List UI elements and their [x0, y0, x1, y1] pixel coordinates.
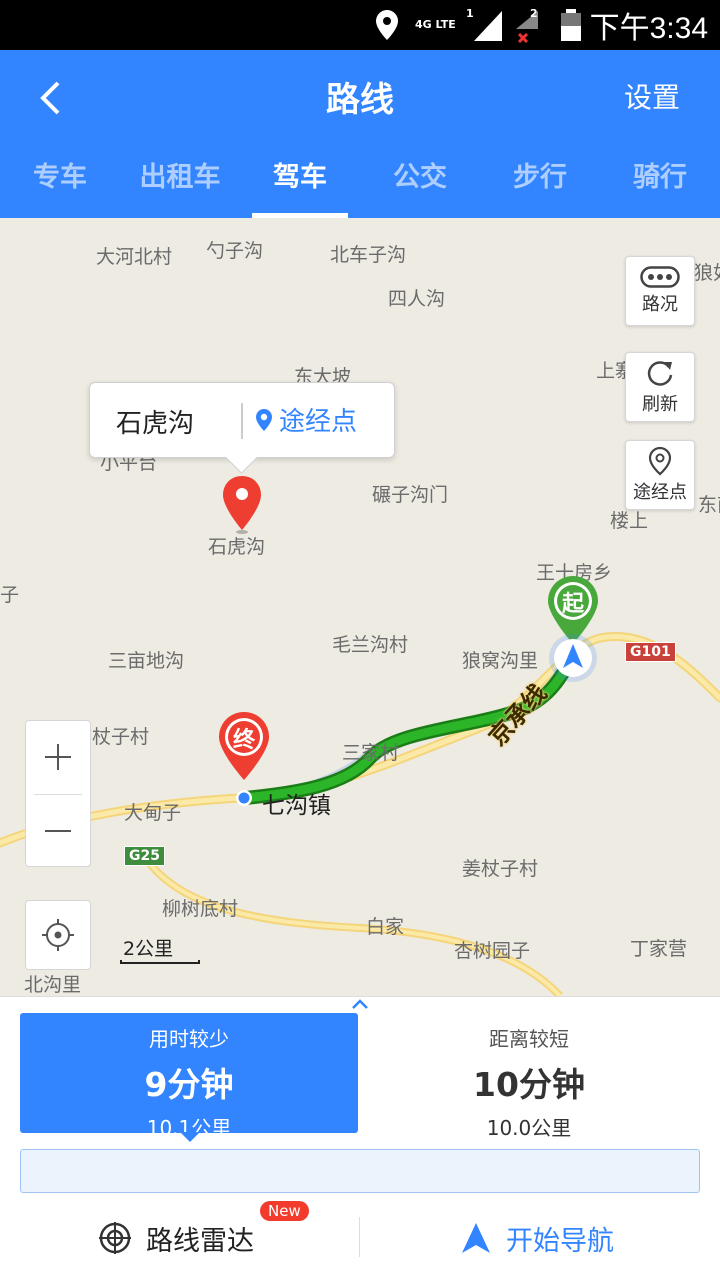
network-type: 4G LTE: [415, 18, 456, 31]
route-label: 用时较少: [149, 1027, 229, 1051]
add-waypoint-label: 途经点: [279, 407, 358, 437]
signal-icon-1: [472, 0, 504, 50]
map-view[interactable]: 大河北村 勺子沟 北车子沟 四人沟 东大坡 上寨 小平台 碾子沟门 楼上 东南 …: [0, 218, 720, 996]
place-label: 石虎沟: [208, 536, 266, 558]
road-network: [0, 632, 720, 996]
route-label: 距离较短: [489, 1027, 569, 1051]
route-option-fastest[interactable]: 用时较少 9分钟 10.1公里: [20, 1013, 358, 1142]
place-label: 三家村: [342, 742, 400, 764]
end-marker-label: 终: [232, 728, 255, 753]
settings-button[interactable]: 设置: [624, 76, 680, 116]
battery-icon: [560, 0, 582, 50]
place-label: 狼如: [694, 262, 720, 284]
place-label: 姜杖子村: [462, 858, 539, 880]
callout-divider: [241, 403, 243, 439]
scale-label: 2公里: [123, 938, 174, 960]
traffic-button[interactable]: 路况: [625, 256, 695, 326]
header: 路线 设置 专车 出租车 驾车 公交 步行 骑行: [0, 50, 720, 218]
plus-icon: [45, 744, 71, 770]
traffic-label: 路况: [642, 294, 678, 315]
tab-drive[interactable]: 驾车: [240, 146, 360, 218]
route-distance: 10.1公里: [146, 1116, 232, 1140]
tab-walk[interactable]: 步行: [480, 146, 600, 218]
zoom-controls: [25, 720, 91, 867]
place-label: 大河北村: [96, 246, 173, 268]
route-time: 9分钟: [144, 1065, 234, 1104]
waypoint-callout: 石虎沟 途经点: [89, 382, 395, 458]
refresh-label: 刷新: [642, 394, 678, 415]
transport-tabs: 专车 出租车 驾车 公交 步行 骑行: [0, 146, 720, 218]
traffic-icon: [640, 266, 680, 288]
place-label: 杖子村: [92, 726, 150, 748]
clock: 下午3:34: [589, 12, 708, 45]
start-marker-label: 起: [561, 592, 584, 617]
page-title: 路线: [326, 80, 394, 120]
route-radar-button[interactable]: 路线雷达: [98, 1209, 254, 1267]
tab-chauffeur[interactable]: 专车: [0, 146, 120, 218]
place-label: 丁家营: [630, 938, 688, 960]
pin-icon: [256, 408, 272, 431]
status-bar: 4G LTE 1 2 下午3:34: [0, 0, 720, 50]
road-badge-g101: G101: [625, 642, 676, 662]
place-label: 东南: [698, 494, 720, 516]
route-panel: 用时较少 9分钟 10.1公里 距离较短 10分钟 10.0公里 路线雷达 Ne…: [0, 996, 720, 1280]
refresh-button[interactable]: 刷新: [625, 352, 695, 422]
place-label: 毛兰沟村: [332, 634, 409, 656]
scale-bar: [120, 960, 200, 964]
refresh-icon: [647, 361, 673, 386]
place-label: 四人沟: [388, 288, 446, 310]
current-location-icon: [549, 634, 597, 682]
place-label: 勺子沟: [206, 240, 264, 262]
radar-icon: [99, 1222, 131, 1254]
end-point-dot-icon: [236, 790, 252, 806]
action-divider: [359, 1217, 360, 1257]
waypoint-label: 途经点: [633, 482, 687, 503]
sim1-label: 1: [466, 6, 474, 20]
place-label: 碾子沟门: [372, 484, 449, 506]
waypoint-pin-icon[interactable]: [220, 474, 264, 536]
location-pin-icon: [648, 446, 672, 476]
sim2-label: 2: [530, 6, 538, 20]
route-time: 10分钟: [473, 1065, 585, 1104]
add-waypoint-button[interactable]: 途经点: [255, 401, 357, 438]
location-icon: [373, 0, 401, 50]
road-badge-g25: G25: [124, 846, 165, 866]
navigation-arrow-icon: [462, 1223, 490, 1253]
place-label: 大甸子: [124, 802, 182, 824]
place-label: 柳树底村: [162, 898, 239, 920]
place-label: 子: [0, 584, 20, 606]
place-label: 三亩地沟: [108, 650, 185, 672]
locate-button[interactable]: [25, 900, 91, 970]
place-label-destination-town: 七沟镇: [262, 793, 331, 819]
new-badge: New: [260, 1201, 309, 1221]
tab-transit[interactable]: 公交: [360, 146, 480, 218]
place-label: 杏树园子: [454, 940, 531, 962]
zoom-out-button[interactable]: [26, 795, 90, 867]
route-detail-bar[interactable]: [20, 1149, 700, 1193]
minus-icon: [45, 830, 71, 832]
route-distance: 10.0公里: [486, 1116, 572, 1140]
place-label: 狼窝沟里: [462, 650, 539, 672]
tab-bike[interactable]: 骑行: [600, 146, 720, 218]
tab-taxi[interactable]: 出租车: [120, 146, 240, 218]
crosshair-icon: [42, 919, 74, 951]
start-navigation-label: 开始导航: [506, 1225, 614, 1257]
chevron-up-icon[interactable]: [350, 997, 370, 1011]
place-label: 楼上: [610, 510, 649, 532]
place-label: 北沟里: [24, 974, 82, 996]
place-label: 白家: [366, 916, 405, 938]
route-option-shortest[interactable]: 距离较短 10分钟 10.0公里: [360, 1013, 698, 1140]
route-radar-label: 路线雷达: [146, 1225, 254, 1257]
start-navigation-button[interactable]: 开始导航: [460, 1209, 614, 1267]
callout-place-name: 石虎沟: [116, 409, 195, 439]
place-label: 北车子沟: [330, 244, 407, 266]
waypoint-button[interactable]: 途经点: [625, 440, 695, 510]
end-marker: 终: [216, 710, 272, 782]
zoom-in-button[interactable]: [26, 721, 90, 793]
